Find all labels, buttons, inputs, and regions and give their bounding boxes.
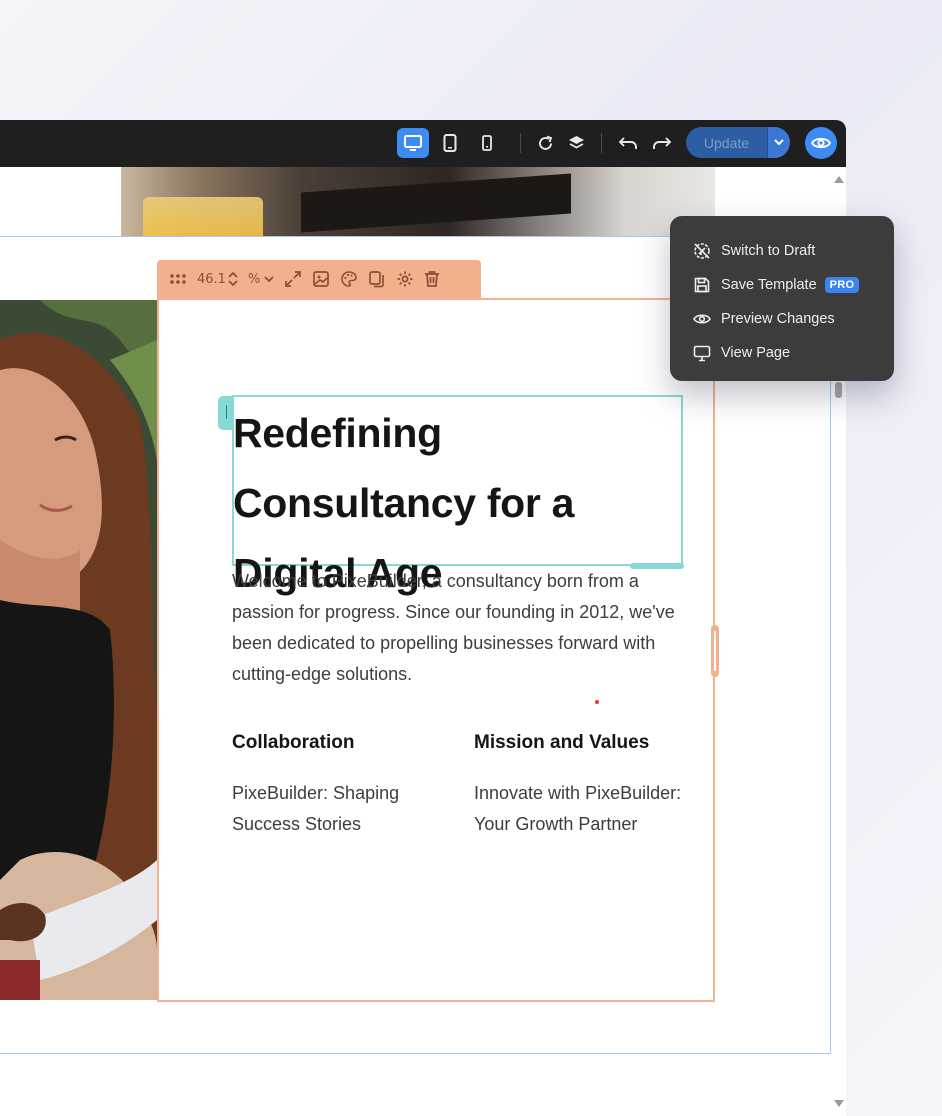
chevron-down-icon[interactable] bbox=[264, 275, 274, 283]
menu-item-label: Switch to Draft bbox=[721, 243, 816, 259]
undo-icon bbox=[618, 137, 637, 149]
scroll-down-arrow[interactable] bbox=[834, 1100, 844, 1108]
eye-icon bbox=[693, 314, 711, 324]
update-options-menu: Switch to Draft Save Template PRO Previe… bbox=[670, 216, 894, 381]
menu-item-label: Preview Changes bbox=[721, 311, 835, 327]
refresh-button[interactable] bbox=[529, 128, 561, 158]
mobile-view-button[interactable] bbox=[471, 128, 503, 158]
tablet-view-button[interactable] bbox=[434, 128, 466, 158]
layers-button[interactable] bbox=[560, 128, 592, 158]
column-width-value[interactable]: 46.1 bbox=[197, 272, 226, 287]
hero-image[interactable] bbox=[121, 167, 715, 237]
feature-title: Mission and Values bbox=[474, 732, 650, 753]
pro-badge: PRO bbox=[824, 277, 860, 293]
trash-icon[interactable] bbox=[424, 270, 440, 288]
desktop-icon bbox=[404, 134, 422, 151]
team-photo-illustration bbox=[0, 300, 157, 1000]
scrollbar-thumb[interactable] bbox=[835, 382, 842, 398]
desktop-view-button[interactable] bbox=[397, 128, 429, 158]
feature-title: Collaboration bbox=[232, 732, 355, 753]
eye-icon bbox=[811, 137, 831, 149]
monitor-icon bbox=[693, 345, 711, 361]
column-resize-handle[interactable] bbox=[711, 625, 719, 677]
feature-collaboration[interactable]: Collaboration PixeBuilder: Shaping Succe… bbox=[232, 730, 452, 840]
menu-item-switch-to-draft[interactable]: Switch to Draft bbox=[670, 234, 894, 268]
update-button-group: Update bbox=[686, 127, 790, 158]
redo-icon bbox=[653, 137, 672, 149]
menu-item-label: View Page bbox=[721, 345, 791, 361]
preview-button[interactable] bbox=[805, 127, 837, 159]
redo-button[interactable] bbox=[646, 128, 678, 158]
mobile-icon bbox=[482, 135, 492, 151]
menu-item-label: Save Template bbox=[721, 277, 817, 293]
save-icon bbox=[694, 277, 710, 293]
intro-paragraph[interactable]: Welcome to PixeBuilder, a consultancy bo… bbox=[232, 566, 684, 690]
team-photo[interactable] bbox=[0, 300, 157, 1000]
chevron-down-icon bbox=[774, 139, 784, 146]
column-toolbar: 46.1 % bbox=[157, 260, 481, 298]
expand-icon[interactable] bbox=[284, 270, 302, 288]
toolbar-separator bbox=[601, 133, 602, 153]
image-icon[interactable] bbox=[312, 270, 330, 288]
undo-button[interactable] bbox=[612, 128, 644, 158]
menu-item-preview-changes[interactable]: Preview Changes bbox=[670, 302, 894, 336]
duplicate-icon[interactable] bbox=[368, 270, 386, 288]
heading-drag-tab[interactable] bbox=[218, 396, 234, 430]
tablet-icon bbox=[443, 134, 457, 152]
cursor-marker bbox=[595, 700, 599, 704]
column-width-unit[interactable]: % bbox=[248, 272, 260, 287]
hero-image-detail bbox=[143, 197, 263, 237]
hero-image-detail bbox=[301, 173, 571, 233]
drag-handle-icon[interactable] bbox=[169, 273, 187, 285]
palette-icon[interactable] bbox=[340, 270, 358, 288]
gear-icon[interactable] bbox=[396, 270, 414, 288]
feature-text: PixeBuilder: Shaping Success Stories bbox=[232, 783, 400, 834]
feature-text: Innovate with PixeBuilder: Your Growth P… bbox=[474, 783, 682, 834]
refresh-icon bbox=[538, 135, 552, 150]
layers-icon bbox=[568, 135, 584, 149]
menu-item-view-page[interactable]: View Page bbox=[670, 336, 894, 370]
toolbar-separator bbox=[520, 133, 521, 153]
scroll-up-arrow[interactable] bbox=[834, 175, 844, 183]
stepper-icon[interactable] bbox=[228, 271, 238, 287]
feature-mission[interactable]: Mission and Values Innovate with PixeBui… bbox=[474, 730, 694, 840]
menu-item-save-template[interactable]: Save Template PRO bbox=[670, 268, 894, 302]
update-button[interactable]: Update bbox=[686, 127, 767, 158]
draft-icon bbox=[694, 243, 710, 259]
